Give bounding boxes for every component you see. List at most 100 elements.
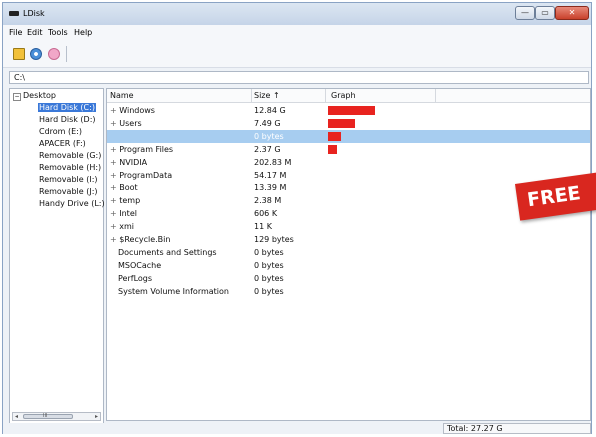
expand-icon[interactable]: + (110, 145, 119, 154)
row-size: 0 bytes (254, 286, 284, 296)
tree-item[interactable]: Removable (H:) (38, 163, 102, 172)
table-row[interactable]: + Users 7.49 G (107, 117, 590, 130)
tree-item[interactable]: Hard Disk (D:) (38, 115, 97, 124)
row-name (110, 132, 118, 141)
table-row[interactable]: MSOCache 0 bytes (107, 259, 590, 272)
column-divider[interactable] (251, 89, 252, 102)
row-size: 12.84 G (254, 106, 286, 115)
title-bar[interactable]: LDisk — ▭ ✕ (3, 3, 591, 25)
tree-item[interactable]: Removable (I:) (38, 175, 99, 184)
row-name: System Volume Information (110, 287, 229, 296)
column-size-label: Size (254, 91, 271, 100)
size-bar (328, 144, 337, 154)
row-name: + temp (110, 196, 140, 205)
row-name-text: Program Files (119, 144, 174, 154)
row-name-text: Windows (119, 106, 155, 115)
path-field[interactable]: C:\ (9, 71, 589, 84)
row-name-text: Boot (119, 183, 138, 193)
row-name: + Windows (110, 106, 155, 115)
row-name-text: System Volume Information (118, 286, 229, 296)
expand-icon[interactable]: + (110, 119, 119, 128)
scroll-thumb[interactable] (23, 414, 73, 419)
scroll-grip-label: III (43, 413, 48, 419)
refresh-icon[interactable] (30, 48, 42, 60)
expand-icon[interactable]: + (110, 171, 119, 180)
app-icon (9, 11, 19, 16)
row-name: + NVIDIA (110, 158, 147, 167)
open-folder-icon[interactable] (13, 48, 25, 60)
expand-icon[interactable]: + (110, 196, 119, 205)
row-size: 606 K (254, 209, 278, 219)
table-row[interactable]: Documents and Settings 0 bytes (107, 246, 590, 259)
menu-bar: File Edit Tools Help (3, 25, 591, 41)
expand-icon[interactable]: + (110, 158, 119, 167)
expand-icon[interactable]: + (110, 235, 119, 244)
column-divider[interactable] (325, 89, 326, 102)
table-row[interactable]: System Volume Information 0 bytes (107, 285, 590, 298)
collapse-icon[interactable]: − (13, 93, 21, 101)
menu-edit[interactable]: Edit (27, 28, 43, 37)
row-name-text: Documents and Settings (118, 247, 217, 257)
row-size: 2.38 M (254, 196, 282, 206)
sort-ascending-icon: ↑ (272, 91, 280, 100)
row-name: + Users (110, 119, 142, 128)
table-row[interactable]: + Program Files 2.37 G (107, 143, 590, 156)
menu-tools[interactable]: Tools (48, 28, 68, 37)
toolbar-separator (66, 46, 67, 62)
expand-icon[interactable]: + (110, 222, 119, 231)
table-row[interactable]: + ProgramData 54.17 M (107, 169, 590, 182)
row-name: + ProgramData (110, 171, 172, 180)
maximize-button[interactable]: ▭ (535, 6, 555, 20)
size-bar (328, 131, 341, 141)
row-size: 0 bytes (254, 260, 284, 270)
menu-file[interactable]: File (9, 28, 22, 37)
table-row[interactable]: + $Recycle.Bin 129 bytes (107, 233, 590, 246)
row-size: 129 bytes (254, 235, 294, 244)
app-window: LDisk — ▭ ✕ File Edit Tools Help C:\ − De… (2, 2, 592, 434)
row-name-text: Intel (119, 209, 137, 219)
expand-icon[interactable]: + (110, 106, 119, 115)
minimize-button[interactable]: — (515, 6, 535, 20)
column-graph[interactable]: Graph (331, 91, 356, 100)
table-row[interactable]: + xmi 11 K (107, 220, 590, 233)
row-name-text: NVIDIA (119, 157, 148, 167)
table-row[interactable]: PerfLogs 0 bytes (107, 272, 590, 285)
tree-item[interactable]: Removable (G:) (38, 151, 102, 160)
tree-root[interactable]: − Desktop (13, 91, 56, 101)
scroll-right-icon[interactable]: ▸ (95, 413, 98, 420)
table-row[interactable]: + Windows 12.84 G (107, 104, 590, 117)
column-size[interactable]: Size ↑ (254, 91, 280, 100)
close-button[interactable]: ✕ (555, 6, 589, 20)
stop-icon[interactable] (48, 48, 60, 60)
size-bar (328, 106, 375, 115)
row-size: 54.17 M (254, 170, 287, 180)
row-name-text: xmi (119, 222, 134, 232)
tree-item[interactable]: Removable (J:) (38, 187, 99, 196)
tree-item[interactable]: Hard Disk (C:) (38, 103, 96, 112)
row-size: 13.39 M (254, 183, 287, 193)
row-name: + Program Files (110, 145, 173, 154)
row-name: PerfLogs (110, 274, 152, 283)
status-bar: Total: 27.27 G (3, 423, 591, 434)
menu-help[interactable]: Help (74, 28, 92, 37)
table-row[interactable]: + NVIDIA 202.83 M (107, 156, 590, 169)
row-name: + xmi (110, 222, 134, 231)
row-name-text: $Recycle.Bin (119, 235, 171, 244)
row-size: 11 K (254, 222, 272, 232)
folder-tree[interactable]: − Desktop Hard Disk (C:) Hard Disk (D:) Cdr… (9, 88, 106, 425)
column-divider[interactable] (435, 89, 436, 102)
tree-item[interactable]: Cdrom (E:) (38, 127, 83, 136)
column-name[interactable]: Name (110, 91, 134, 100)
row-size: 0 bytes (254, 131, 284, 141)
tree-item[interactable]: APACER (F:) (38, 139, 87, 148)
table-row[interactable]: 0 bytes (107, 129, 590, 143)
scroll-left-icon[interactable]: ◂ (15, 413, 18, 420)
folder-list[interactable]: Name Size ↑ Graph + Windows 12.84 G + User… (106, 88, 591, 421)
tree-item[interactable]: Handy Drive (L:) (38, 199, 106, 208)
expand-icon[interactable]: + (110, 209, 119, 218)
expand-icon[interactable]: + (110, 183, 119, 192)
row-name: + Boot (110, 183, 138, 192)
row-name-text: PerfLogs (118, 273, 153, 283)
horizontal-scrollbar[interactable]: ◂ III ▸ (12, 412, 101, 421)
row-size: 2.37 G (254, 144, 281, 154)
